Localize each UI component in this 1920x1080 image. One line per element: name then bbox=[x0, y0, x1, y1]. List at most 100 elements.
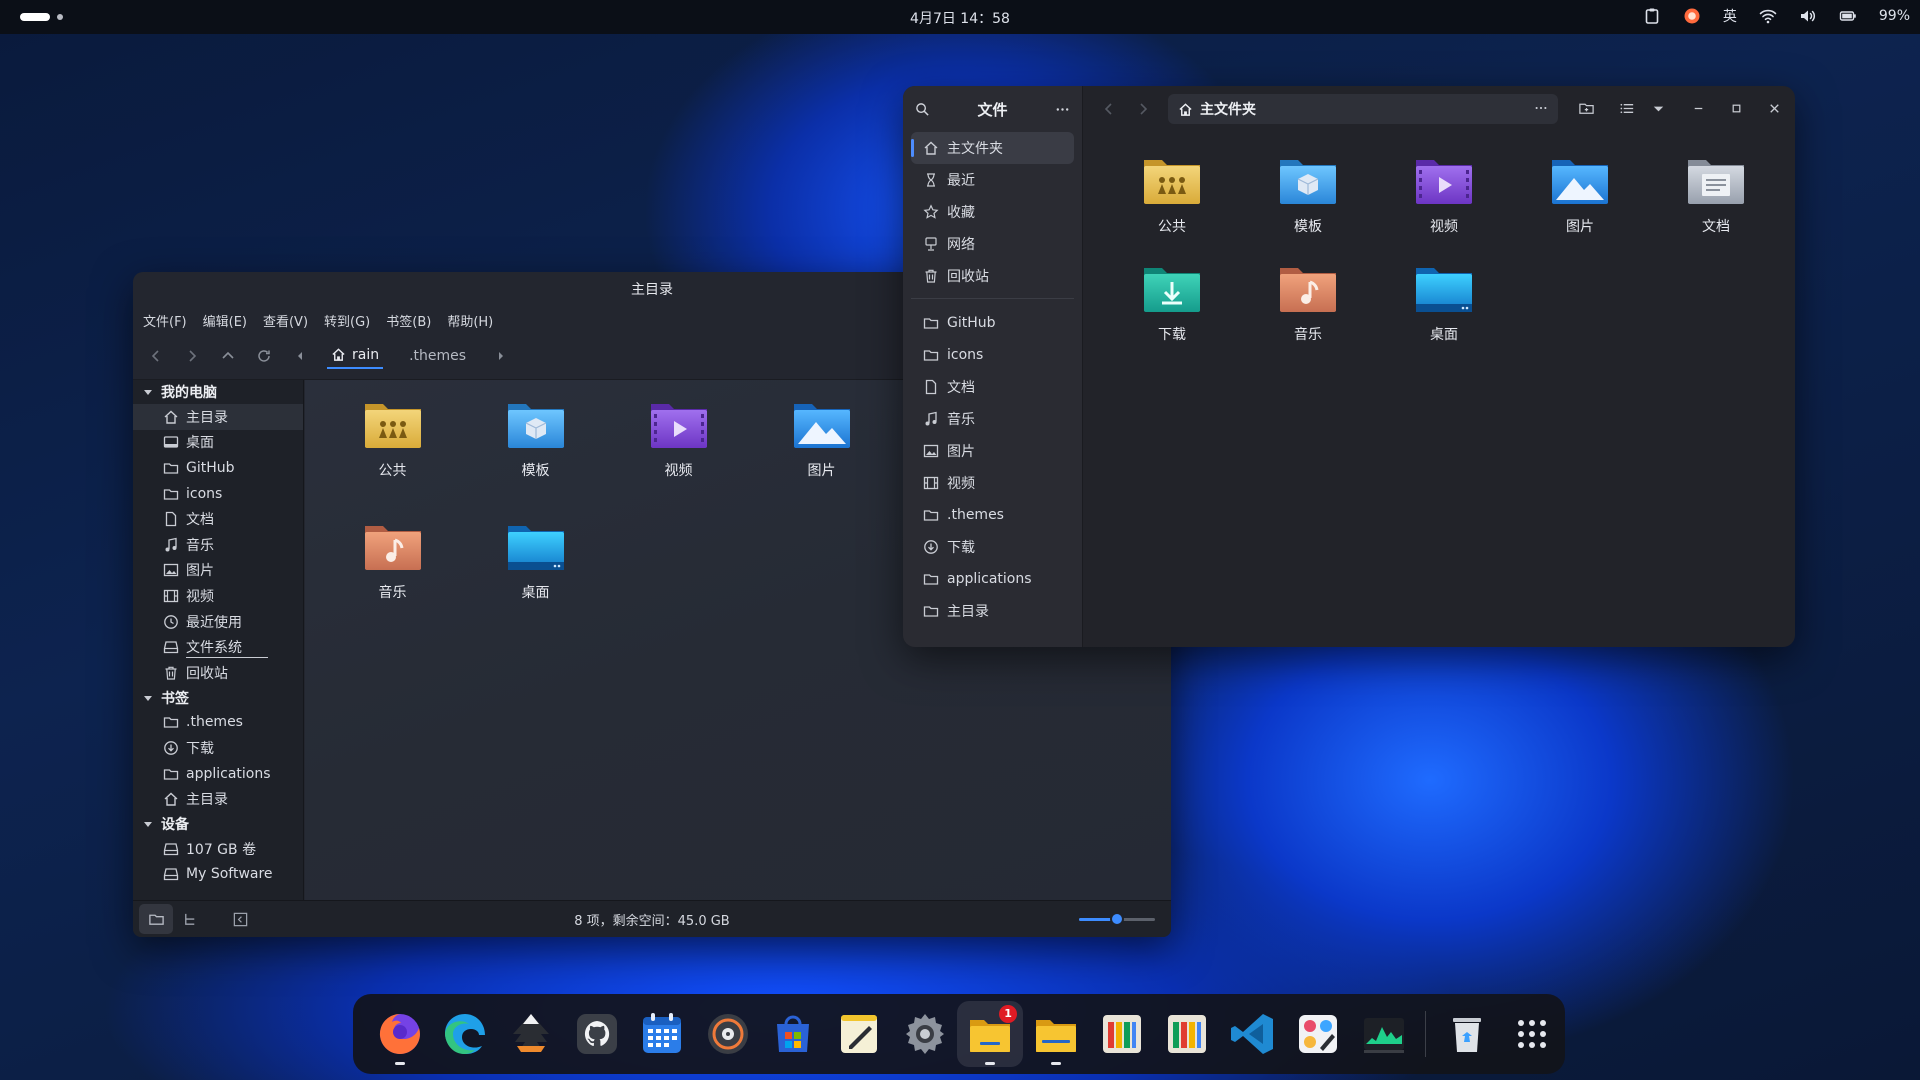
sidebar-item-music[interactable]: 音乐 bbox=[133, 532, 303, 558]
up-icon[interactable] bbox=[219, 347, 237, 365]
sidebar-item-home[interactable]: 主目录 bbox=[133, 404, 303, 430]
file-item-public[interactable]: 公共 bbox=[321, 394, 464, 480]
dock-app-color-1[interactable] bbox=[1089, 1001, 1155, 1067]
sidebar-item-github[interactable]: GitHub bbox=[133, 455, 303, 481]
dock-app-nemo[interactable] bbox=[1023, 1001, 1089, 1067]
bookmark-item-github[interactable]: GitHub bbox=[911, 307, 1074, 339]
bookmark-item-icons[interactable]: icons bbox=[911, 339, 1074, 371]
maximize-icon[interactable] bbox=[1728, 100, 1745, 117]
sidebar-item-videos[interactable]: 视频 bbox=[133, 583, 303, 609]
breadcrumb-home[interactable]: rain bbox=[327, 343, 384, 369]
file-item-documents[interactable]: 文档 bbox=[1648, 150, 1784, 236]
sidebar-item-my-software[interactable]: My Software bbox=[133, 862, 303, 888]
places-item-starred[interactable]: 收藏 bbox=[911, 196, 1074, 228]
sidebar-item-recent[interactable]: 最近使用 bbox=[133, 609, 303, 635]
dock-app-inkscape[interactable] bbox=[498, 1001, 564, 1067]
breadcrumb-themes[interactable]: .themes bbox=[401, 344, 474, 368]
menu-view[interactable]: 查看(V) bbox=[263, 311, 308, 330]
path-left-icon[interactable] bbox=[291, 347, 309, 365]
view-options-icon[interactable] bbox=[1650, 100, 1667, 117]
file-item-pictures[interactable]: 图片 bbox=[750, 394, 893, 480]
main-menu-icon[interactable] bbox=[1055, 102, 1070, 117]
sidebar-item-trash[interactable]: 回收站 bbox=[133, 660, 303, 686]
dock-app-text-editor[interactable] bbox=[826, 1001, 892, 1067]
dock-app-software-store[interactable] bbox=[761, 1001, 827, 1067]
app-indicator-icon[interactable] bbox=[1683, 7, 1701, 25]
location-bar[interactable]: 主文件夹 bbox=[1168, 94, 1558, 124]
places-item-recent[interactable]: 最近 bbox=[911, 164, 1074, 196]
volume-icon[interactable] bbox=[1799, 7, 1817, 25]
dock-app-rhythmbox[interactable] bbox=[695, 1001, 761, 1067]
section-devices[interactable]: 设备 bbox=[133, 812, 303, 836]
back-icon[interactable] bbox=[1100, 100, 1118, 118]
menu-help[interactable]: 帮助(H) bbox=[447, 311, 493, 330]
dock-trash[interactable] bbox=[1434, 1001, 1500, 1067]
bookmark-item-videos[interactable]: 视频 bbox=[911, 467, 1074, 499]
dock-app-settings[interactable] bbox=[892, 1001, 958, 1067]
file-item-music[interactable]: 音乐 bbox=[1240, 258, 1376, 344]
sidebar-item-desktop[interactable]: 桌面 bbox=[133, 430, 303, 456]
dock-app-github-desktop[interactable] bbox=[564, 1001, 630, 1067]
new-folder-icon[interactable] bbox=[1578, 100, 1595, 117]
file-item-videos[interactable]: 视频 bbox=[607, 394, 750, 480]
dock-app-files[interactable]: 1 bbox=[957, 1001, 1024, 1067]
file-item-desktop[interactable]: 桌面 bbox=[1376, 258, 1512, 344]
bookmark-item-applications[interactable]: applications bbox=[911, 563, 1074, 595]
sidebar-item-downloads[interactable]: 下载 bbox=[133, 735, 303, 761]
bookmark-item-home[interactable]: 主目录 bbox=[911, 595, 1074, 627]
menu-bookmarks[interactable]: 书签(B) bbox=[386, 311, 431, 330]
battery-icon[interactable] bbox=[1839, 7, 1857, 25]
sidebar-item-volume[interactable]: 107 GB 卷 bbox=[133, 836, 303, 862]
sidebar-item-documents[interactable]: 文档 bbox=[133, 506, 303, 532]
sidebar-item-filesystem[interactable]: 文件系统 bbox=[133, 634, 303, 660]
zoom-slider-handle[interactable] bbox=[1110, 912, 1124, 926]
menu-edit[interactable]: 编辑(E) bbox=[203, 311, 247, 330]
sidebar-item-pictures[interactable]: 图片 bbox=[133, 558, 303, 584]
minimize-icon[interactable] bbox=[1690, 100, 1707, 117]
zoom-slider[interactable] bbox=[1079, 912, 1155, 926]
dock-app-calendar[interactable] bbox=[629, 1001, 695, 1067]
sidebar-item-home-bookmark[interactable]: 主目录 bbox=[133, 786, 303, 812]
input-method-indicator[interactable]: 英 bbox=[1723, 6, 1737, 26]
dock-app-edge[interactable] bbox=[433, 1001, 499, 1067]
view-list-icon[interactable] bbox=[1619, 100, 1636, 117]
forward-icon[interactable] bbox=[183, 347, 201, 365]
menu-file[interactable]: 文件(F) bbox=[143, 311, 187, 330]
wifi-icon[interactable] bbox=[1759, 7, 1777, 25]
dock-app-vscode[interactable] bbox=[1220, 1001, 1286, 1067]
sidebar-item-themes[interactable]: .themes bbox=[133, 710, 303, 736]
file-item-downloads[interactable]: 下载 bbox=[1104, 258, 1240, 344]
reload-icon[interactable] bbox=[255, 347, 273, 365]
dock-app-grid[interactable] bbox=[1499, 1001, 1565, 1067]
section-my-computer[interactable]: 我的电脑 bbox=[133, 380, 303, 404]
search-icon[interactable] bbox=[915, 102, 930, 117]
menu-go[interactable]: 转到(G) bbox=[324, 311, 370, 330]
back-icon[interactable] bbox=[147, 347, 165, 365]
dock-app-firefox[interactable] bbox=[367, 1001, 433, 1067]
path-menu-icon[interactable] bbox=[1534, 101, 1548, 115]
file-item-templates[interactable]: 模板 bbox=[464, 394, 607, 480]
bookmark-item-music[interactable]: 音乐 bbox=[911, 403, 1074, 435]
dock-app-krita[interactable] bbox=[1286, 1001, 1352, 1067]
path-right-icon[interactable] bbox=[492, 347, 510, 365]
bookmark-item-pictures[interactable]: 图片 bbox=[911, 435, 1074, 467]
dock-app-system-monitor[interactable] bbox=[1351, 1001, 1417, 1067]
close-icon[interactable] bbox=[1766, 100, 1783, 117]
file-item-music[interactable]: 音乐 bbox=[321, 516, 464, 602]
bookmark-item-documents[interactable]: 文档 bbox=[911, 371, 1074, 403]
places-item-home[interactable]: 主文件夹 bbox=[911, 132, 1074, 164]
section-bookmarks[interactable]: 书签 bbox=[133, 686, 303, 710]
bookmark-item-themes[interactable]: .themes bbox=[911, 499, 1074, 531]
forward-icon[interactable] bbox=[1134, 100, 1152, 118]
file-item-templates[interactable]: 模板 bbox=[1240, 150, 1376, 236]
file-item-desktop[interactable]: 桌面 bbox=[464, 516, 607, 602]
clock[interactable]: 4月7日 14：58 bbox=[0, 8, 1920, 28]
sidebar-item-applications[interactable]: applications bbox=[133, 761, 303, 787]
places-item-trash[interactable]: 回收站 bbox=[911, 260, 1074, 292]
sidebar-item-icons[interactable]: icons bbox=[133, 481, 303, 507]
file-item-videos[interactable]: 视频 bbox=[1376, 150, 1512, 236]
bookmark-item-downloads[interactable]: 下载 bbox=[911, 531, 1074, 563]
file-item-public[interactable]: 公共 bbox=[1104, 150, 1240, 236]
clipboard-icon[interactable] bbox=[1643, 7, 1661, 25]
places-item-network[interactable]: 网络 bbox=[911, 228, 1074, 260]
